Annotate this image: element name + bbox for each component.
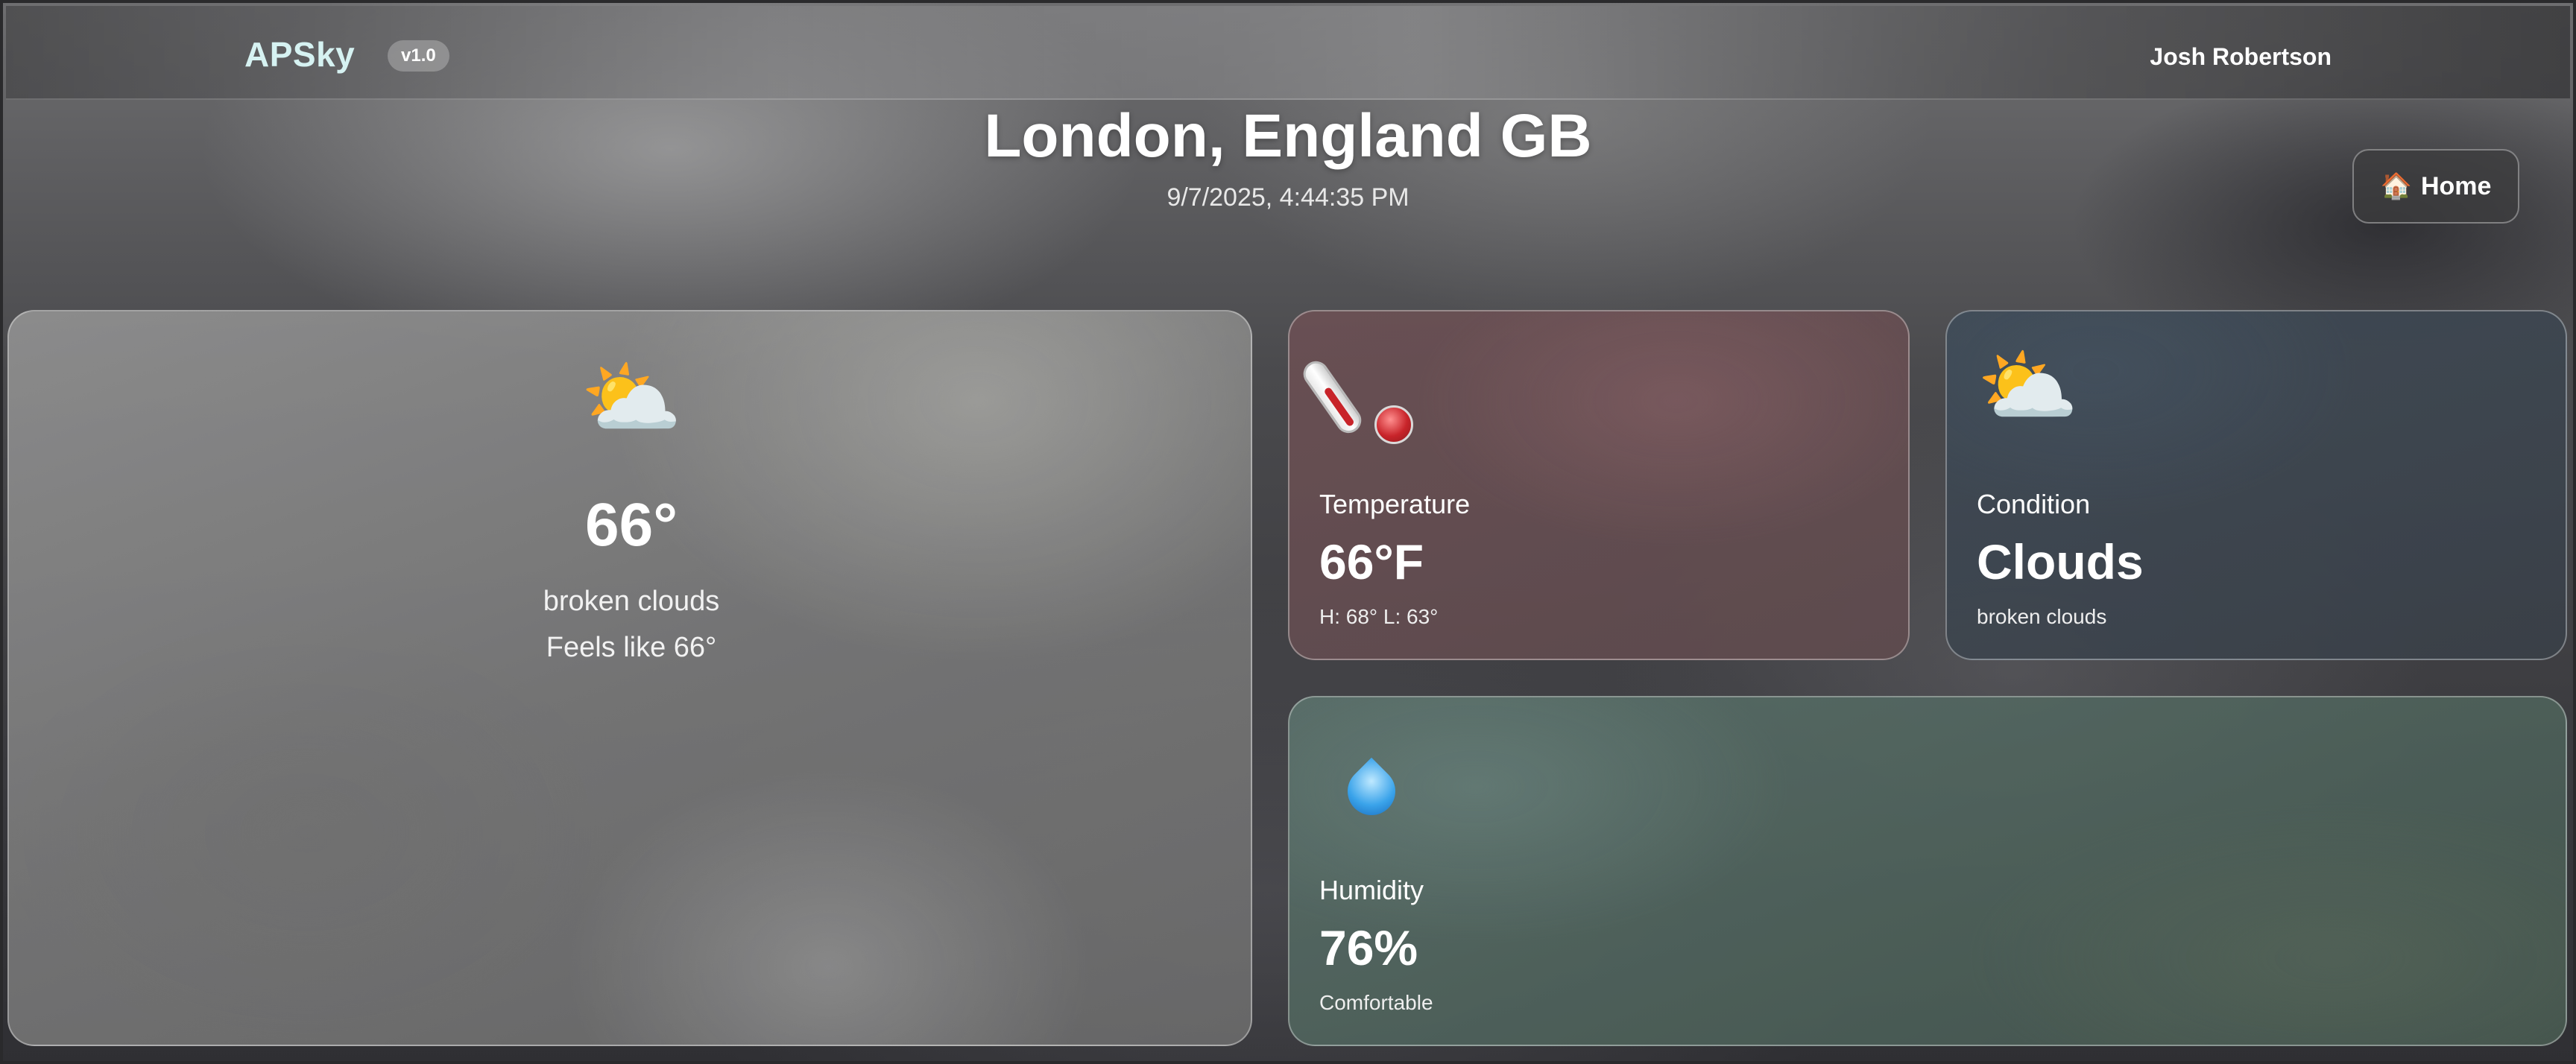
sun-behind-cloud-icon: ⛅ xyxy=(580,352,683,444)
feels-like: Feels like 66° xyxy=(546,632,717,663)
app-logo[interactable]: APSky xyxy=(244,34,355,75)
home-button-label: Home xyxy=(2420,171,2492,200)
high-low-temperature: H: 68° L: 63° xyxy=(1319,605,1439,628)
sun-behind-cloud-icon: ⛅ xyxy=(1977,341,2079,432)
home-button[interactable]: 🏠 Home xyxy=(2352,149,2519,224)
current-weather-card: ⛅ 66° broken clouds Feels like 66° xyxy=(7,310,1252,1046)
user-name[interactable]: Josh Robertson xyxy=(2150,43,2332,71)
thermometer-icon xyxy=(1298,349,1425,446)
temperature-value: 66°F xyxy=(1319,534,1424,589)
top-navbar: APSky v1.0 Josh Robertson xyxy=(6,6,2570,100)
weather-dashboard: APSky v1.0 Josh Robertson London, Englan… xyxy=(0,0,2576,1064)
weather-description: broken clouds xyxy=(543,586,720,617)
current-temperature: 66° xyxy=(584,491,678,559)
version-badge: v1.0 xyxy=(388,40,449,72)
droplet-icon xyxy=(1337,742,1406,826)
humidity-card: Humidity 76% Comfortable xyxy=(1288,696,2567,1046)
condition-value: Clouds xyxy=(1977,534,2144,589)
condition-label: Condition xyxy=(1977,489,2091,519)
humidity-status: Comfortable xyxy=(1319,991,1433,1014)
condition-description: broken clouds xyxy=(1977,605,2107,628)
humidity-label: Humidity xyxy=(1319,875,1424,905)
condition-card: ⛅ Condition Clouds broken clouds xyxy=(1945,310,2567,660)
local-datetime: 9/7/2025, 4:44:35 PM xyxy=(1167,183,1409,212)
house-icon: 🏠 xyxy=(2380,172,2412,200)
page-title: London, England GB xyxy=(984,102,1592,170)
temperature-card: Temperature 66°F H: 68° L: 63° xyxy=(1288,310,1910,660)
humidity-value: 76% xyxy=(1319,920,1418,975)
temperature-label: Temperature xyxy=(1319,489,1471,519)
